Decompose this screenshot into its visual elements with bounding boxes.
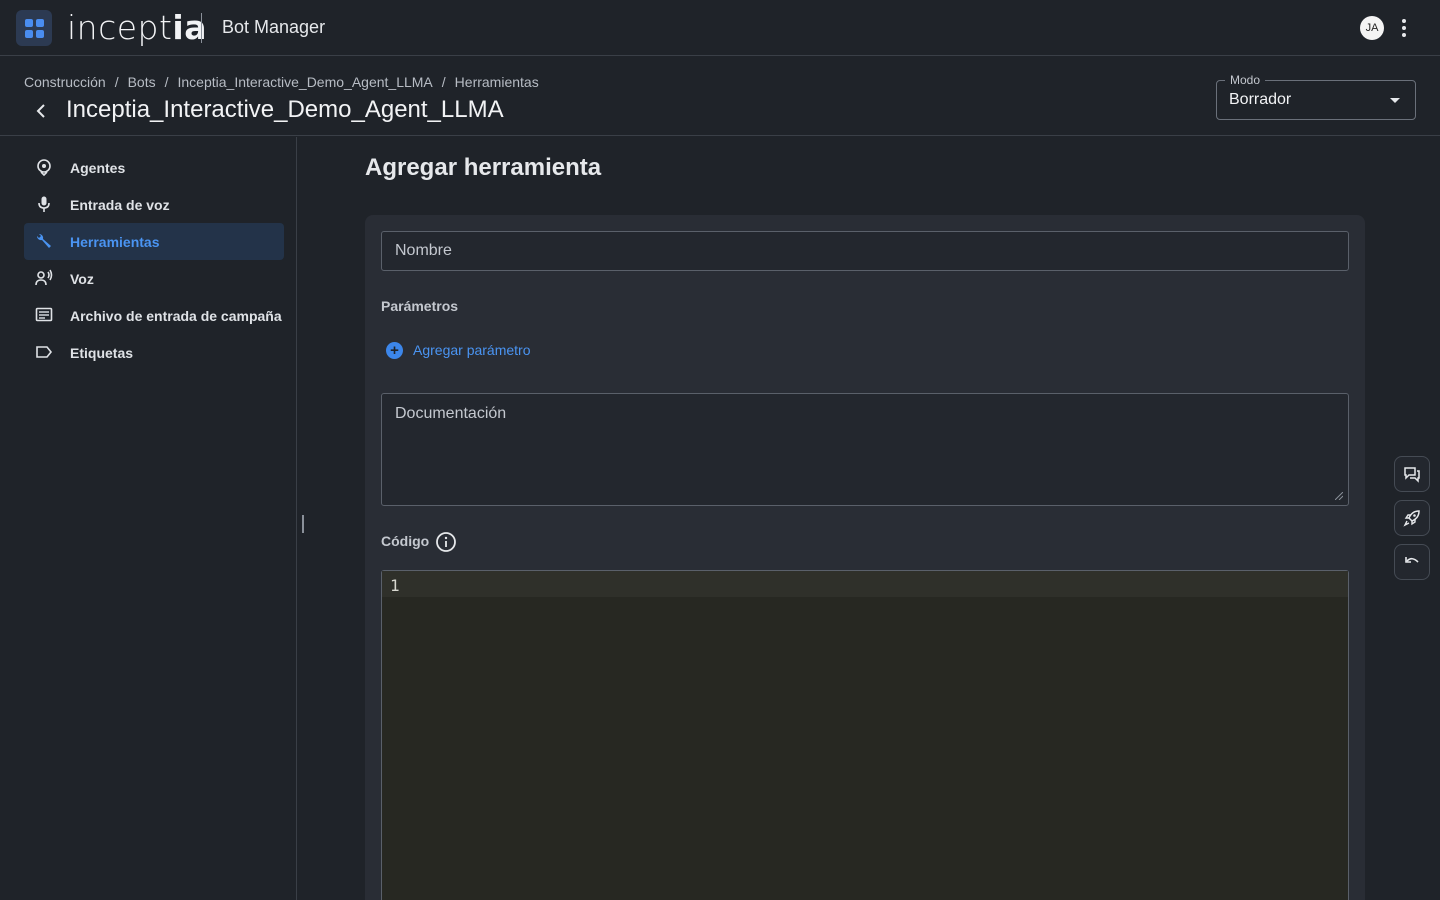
code-editor[interactable]: 1 — [381, 570, 1349, 900]
undo-button[interactable] — [1394, 544, 1430, 580]
divider — [201, 13, 202, 43]
more-vert-icon[interactable] — [1396, 16, 1412, 40]
document-icon — [35, 307, 53, 322]
breadcrumb-item-current: Herramientas — [454, 74, 539, 90]
sidebar-item-label: Archivo de entrada de campaña — [70, 308, 282, 324]
undo-icon — [1405, 557, 1419, 563]
apps-grid-icon[interactable] — [16, 10, 52, 46]
active-line-highlight — [382, 571, 1348, 597]
sidebar-item-herramientas[interactable]: Herramientas — [24, 223, 284, 260]
deploy-button[interactable] — [1394, 500, 1430, 536]
top-bar: inceptia Bot Manager JA — [0, 0, 1440, 56]
product-name: Bot Manager — [222, 17, 326, 37]
sidebar-resize-handle[interactable] — [302, 515, 304, 533]
chat-icon — [1404, 467, 1420, 483]
breadcrumb-item[interactable]: Inceptia_Interactive_Demo_Agent_LLMA — [178, 74, 433, 90]
mode-select[interactable]: Modo Borrador — [1216, 73, 1416, 120]
sidebar-item-entrada-de-voz[interactable]: Entrada de voz — [24, 186, 284, 223]
page-title: Inceptia_Interactive_Demo_Agent_LLMA — [66, 96, 504, 123]
caret-down-icon — [1390, 98, 1400, 103]
name-input[interactable]: Nombre — [381, 231, 1349, 271]
avatar[interactable]: JA — [1360, 16, 1384, 40]
section-title: Agregar herramienta — [365, 154, 602, 181]
sidebar-item-agentes[interactable]: Agentes — [24, 149, 284, 186]
wrench-icon — [36, 233, 51, 248]
resize-grip-icon[interactable] — [1335, 492, 1343, 500]
breadcrumb-item[interactable]: Construcción — [24, 74, 106, 90]
logo: inceptia — [67, 8, 208, 47]
voice-icon — [35, 269, 53, 286]
page-header: Construcción / Bots / Inceptia_Interactive… — [0, 56, 1440, 136]
rocket-icon — [1403, 510, 1420, 527]
microphone-icon — [38, 196, 50, 212]
back-arrow-icon[interactable] — [30, 100, 52, 122]
agent-icon — [37, 159, 51, 176]
documentation-textarea[interactable]: Documentación — [381, 393, 1349, 506]
sidebar-item-label: Voz — [70, 271, 94, 287]
documentation-placeholder: Documentación — [395, 405, 507, 422]
add-circle-icon: + — [386, 341, 403, 359]
chat-button[interactable] — [1394, 456, 1430, 492]
mode-label: Modo — [1225, 73, 1266, 87]
sidebar-item-label: Agentes — [70, 160, 126, 176]
tool-form-card: Nombre Parámetros + Agregar parámetro Do… — [365, 215, 1365, 900]
breadcrumb: Construcción / Bots / Inceptia_Interactive… — [24, 74, 539, 90]
add-parameter-button[interactable]: + Agregar parámetro — [386, 340, 531, 360]
breadcrumb-item[interactable]: Bots — [128, 74, 156, 90]
sidebar-item-label: Entrada de voz — [70, 197, 170, 213]
add-parameter-label: Agregar parámetro — [413, 342, 531, 358]
params-label: Parámetros — [381, 298, 459, 314]
label-icon — [36, 346, 53, 358]
line-number: 1 — [390, 576, 400, 595]
mode-value: Borrador — [1229, 91, 1292, 108]
sidebar: Agentes Entrada de voz Herramientas Voz … — [0, 137, 297, 900]
code-label: Código — [381, 533, 430, 549]
sidebar-item-archivo-de-entrada[interactable]: Archivo de entrada de campaña — [24, 297, 284, 334]
info-icon[interactable] — [435, 531, 457, 553]
sidebar-item-voz[interactable]: Voz — [24, 260, 284, 297]
sidebar-item-etiquetas[interactable]: Etiquetas — [24, 334, 284, 371]
sidebar-item-label: Etiquetas — [70, 345, 134, 361]
sidebar-item-label: Herramientas — [70, 234, 160, 250]
